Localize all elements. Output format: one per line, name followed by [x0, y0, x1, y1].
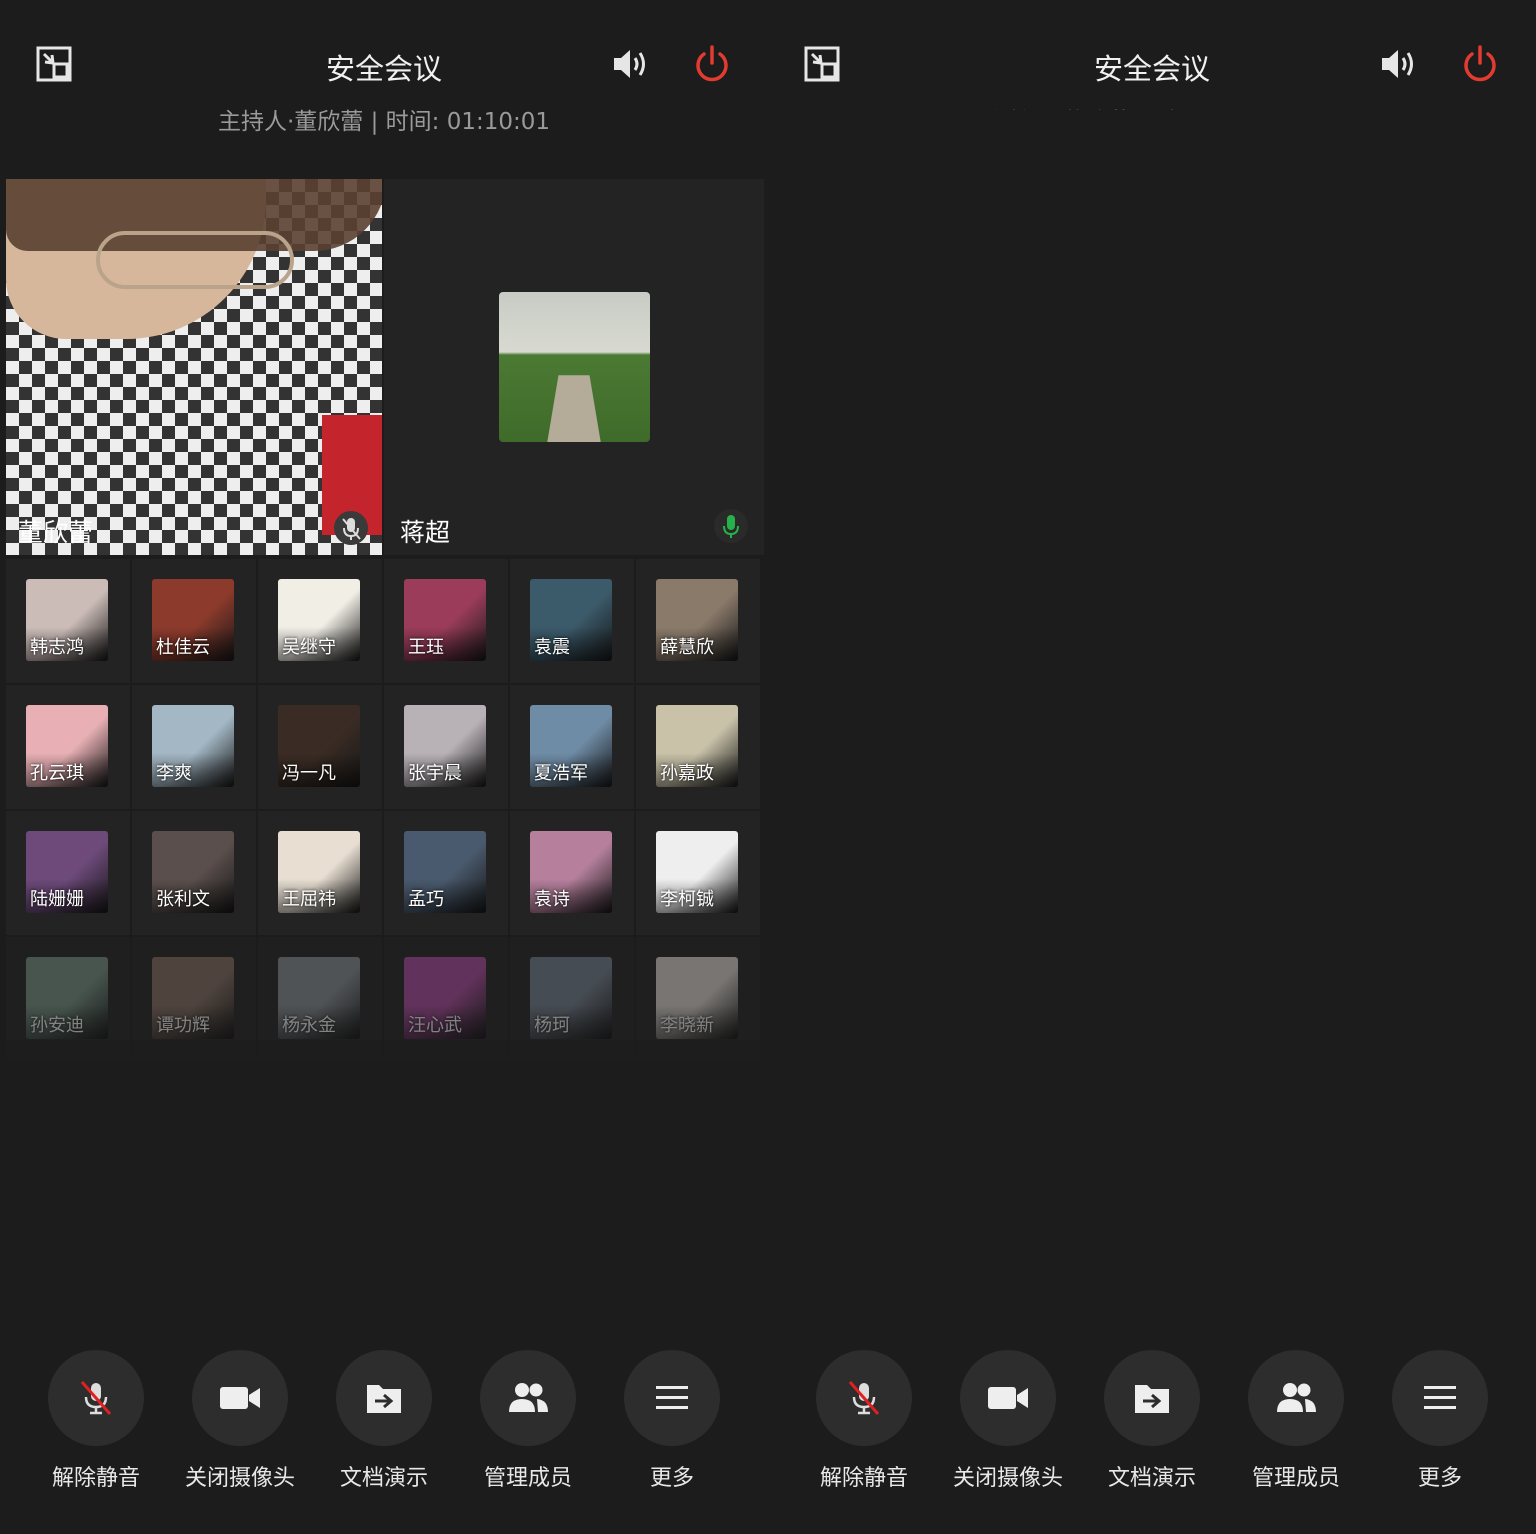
grid-fade	[0, 1040, 768, 1110]
meeting-toolbar: 解除静音 关闭摄像头 文档演示 管理成员 更多	[804, 1350, 1500, 1500]
participant-tile[interactable]: 韩志鸿	[6, 559, 130, 683]
exit-fullscreen-icon[interactable]	[802, 44, 842, 84]
avatar	[499, 292, 650, 442]
participant-tile[interactable]: 袁震	[510, 559, 634, 683]
meeting-panel-1: 安全会议 主持人·董欣蕾 | 时间: 01:10:01 董欣蕾 蒋超 韩志鸿 杜…	[0, 0, 768, 1534]
participant-name: 孟巧	[408, 889, 444, 910]
meeting-subtitle: 主持人·董欣蕾 | 时间: 01:10:01	[217, 109, 551, 135]
camera-off-button[interactable]: 关闭摄像头	[180, 1350, 300, 1500]
participant-name: 王珏	[408, 637, 444, 658]
meeting-title: 安全会议	[1093, 52, 1210, 86]
exit-fullscreen-icon[interactable]	[34, 44, 74, 84]
participant-video-jiangchao[interactable]: 蒋超	[384, 179, 764, 555]
camera-off-button[interactable]: 关闭摄像头	[948, 1350, 1068, 1500]
unmute-button[interactable]: 解除静音	[804, 1350, 924, 1500]
participant-name: 李爽	[156, 763, 192, 784]
participant-name: 汪心武	[408, 1015, 462, 1036]
participant-tile[interactable]: 杜佳云	[132, 559, 256, 683]
participant-name: 吴继守	[282, 637, 336, 658]
camera-icon[interactable]	[960, 1350, 1056, 1446]
participant-name: 李晓新	[660, 1015, 714, 1036]
participant-name: 孙安迪	[30, 1015, 84, 1036]
members-icon[interactable]	[480, 1350, 576, 1446]
participant-name: 孙嘉政	[660, 763, 714, 784]
menu-icon[interactable]	[624, 1350, 720, 1446]
participant-name: 孔云琪	[30, 763, 84, 784]
participant-grid: 韩志鸿 杜佳云 吴继守 王珏 袁震 薛慧欣孔云琪 李爽 冯一凡 张宇晨 夏浩军 孙嘉政陆姗姗 张利文 王…	[6, 559, 760, 1061]
host-glasses	[96, 231, 294, 289]
speaker-icon[interactable]	[610, 44, 650, 84]
share-document-label: 文档演示	[339, 1466, 428, 1491]
meeting-toolbar: 解除静音 关闭摄像头 文档演示 管理成员 更多	[36, 1350, 732, 1500]
menu-icon[interactable]	[1392, 1350, 1488, 1446]
participant-tile[interactable]: 李爽	[132, 685, 256, 809]
members-icon[interactable]	[1248, 1350, 1344, 1446]
participant-tile[interactable]: 张利文	[132, 811, 256, 935]
manage-members-label: 管理成员	[483, 1466, 572, 1491]
host-name: 董欣蕾	[18, 518, 94, 547]
share-document-button[interactable]: 文档演示	[1092, 1350, 1212, 1500]
participant-tile[interactable]: 袁诗	[510, 811, 634, 935]
host-video[interactable]: 董欣蕾	[6, 179, 382, 555]
participant-name: 杨永金	[282, 1015, 336, 1036]
more-label: 更多	[1417, 1466, 1462, 1491]
more-button[interactable]: 更多	[1380, 1350, 1500, 1500]
mic-muted-icon[interactable]	[816, 1350, 912, 1446]
participant-tile[interactable]: 张宇晨	[384, 685, 508, 809]
more-button[interactable]: 更多	[612, 1350, 732, 1500]
participant-tile[interactable]: 吴继守	[258, 559, 382, 683]
participant-tile[interactable]: 薛慧欣	[636, 559, 760, 683]
unmute-label: 解除静音	[819, 1466, 908, 1491]
meeting-panel-2: 安全会议 主持人·董欣蕾 | 时间: 01:09:45 陆姗姗张利文王屈祎孟巧袁…	[768, 0, 1536, 1534]
share-doc-icon[interactable]	[1104, 1350, 1200, 1446]
participant-tile[interactable]: 王珏	[384, 559, 508, 683]
participant-name: 冯一凡	[282, 763, 336, 784]
participant-name: 陆姗姗	[30, 889, 84, 910]
unmute-button[interactable]: 解除静音	[36, 1350, 156, 1500]
participant-name: 张利文	[156, 889, 210, 910]
participant-name: 夏浩军	[534, 763, 588, 784]
unmute-label: 解除静音	[51, 1466, 140, 1491]
speaker-icon[interactable]	[1378, 44, 1418, 84]
end-meeting-power-icon[interactable]	[692, 44, 732, 84]
participant-tile[interactable]: 夏浩军	[510, 685, 634, 809]
participant-tile[interactable]: 冯一凡	[258, 685, 382, 809]
share-document-label: 文档演示	[1107, 1466, 1196, 1491]
participant-name: 张宇晨	[408, 763, 462, 784]
camera-off-label: 关闭摄像头	[184, 1466, 295, 1491]
meeting-title: 安全会议	[325, 52, 442, 86]
mic-muted-icon[interactable]	[48, 1350, 144, 1446]
manage-members-label: 管理成员	[1251, 1466, 1340, 1491]
participant-tile[interactable]: 陆姗姗	[6, 811, 130, 935]
participant-name: 杜佳云	[156, 637, 210, 658]
share-doc-icon[interactable]	[336, 1350, 432, 1446]
camera-icon[interactable]	[192, 1350, 288, 1446]
mic-active-icon	[714, 509, 748, 543]
participant-name: 李柯铖	[660, 889, 714, 910]
participant-tile[interactable]: 孟巧	[384, 811, 508, 935]
participant-tile[interactable]: 孔云琪	[6, 685, 130, 809]
participant-name: 袁诗	[534, 889, 570, 910]
grid-fade	[768, 1020, 1536, 1070]
manage-members-button[interactable]: 管理成员	[1236, 1350, 1356, 1500]
participant-name: 谭功辉	[156, 1015, 210, 1036]
participant-name: 王屈祎	[282, 889, 336, 910]
participant-tile[interactable]: 王屈祎	[258, 811, 382, 935]
mic-muted-icon	[334, 511, 368, 545]
more-label: 更多	[649, 1466, 694, 1491]
participant-name: 薛慧欣	[660, 637, 714, 658]
share-document-button[interactable]: 文档演示	[324, 1350, 444, 1500]
grid-top-mask	[768, 110, 1536, 179]
participant-name: 韩志鸿	[30, 637, 84, 658]
participant-name: 杨珂	[534, 1015, 570, 1036]
manage-members-button[interactable]: 管理成员	[468, 1350, 588, 1500]
participant-tile[interactable]: 孙嘉政	[636, 685, 760, 809]
participant-name: 袁震	[534, 637, 570, 658]
camera-off-label: 关闭摄像头	[952, 1466, 1063, 1491]
end-meeting-power-icon[interactable]	[1460, 44, 1500, 84]
participant-name: 蒋超	[400, 518, 451, 547]
participant-tile[interactable]: 李柯铖	[636, 811, 760, 935]
